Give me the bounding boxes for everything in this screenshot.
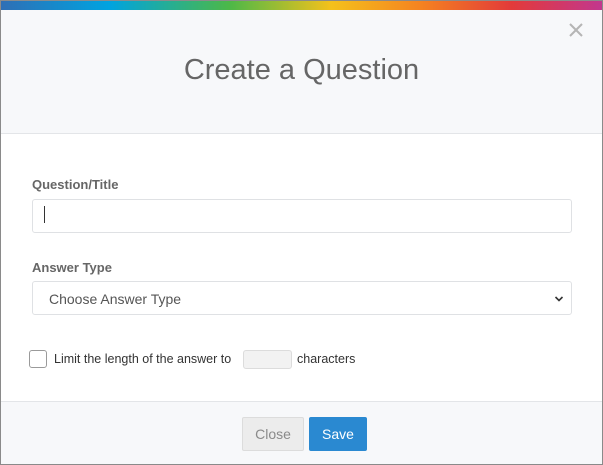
answer-type-label: Answer Type: [32, 260, 112, 275]
dialog-footer: Close Save: [1, 401, 602, 464]
question-title-input[interactable]: [32, 199, 572, 233]
limit-length-input[interactable]: [243, 350, 292, 369]
dialog-body: Question/Title Answer Type Choose Answer…: [1, 135, 602, 401]
save-button[interactable]: Save: [309, 417, 367, 451]
accent-stripe: [1, 1, 602, 10]
limit-length-unit: characters: [297, 352, 356, 366]
answer-type-selected: Choose Answer Type: [49, 291, 182, 307]
answer-type-select[interactable]: Choose Answer Type: [32, 281, 572, 315]
chevron-down-icon: [554, 296, 564, 302]
limit-length-text: Limit the length of the answer to: [54, 352, 232, 366]
dialog-header: Create a Question: [1, 10, 602, 134]
close-icon[interactable]: [565, 19, 587, 41]
dialog-title: Create a Question: [183, 54, 420, 86]
limit-length-checkbox[interactable]: [29, 350, 47, 368]
close-button[interactable]: Close: [242, 417, 304, 451]
text-caret: [44, 206, 45, 223]
limit-length-row: Limit the length of the answer to charac…: [29, 350, 589, 370]
question-title-label: Question/Title: [32, 177, 119, 192]
create-question-dialog: Create a Question Question/Title Answer …: [0, 0, 603, 465]
